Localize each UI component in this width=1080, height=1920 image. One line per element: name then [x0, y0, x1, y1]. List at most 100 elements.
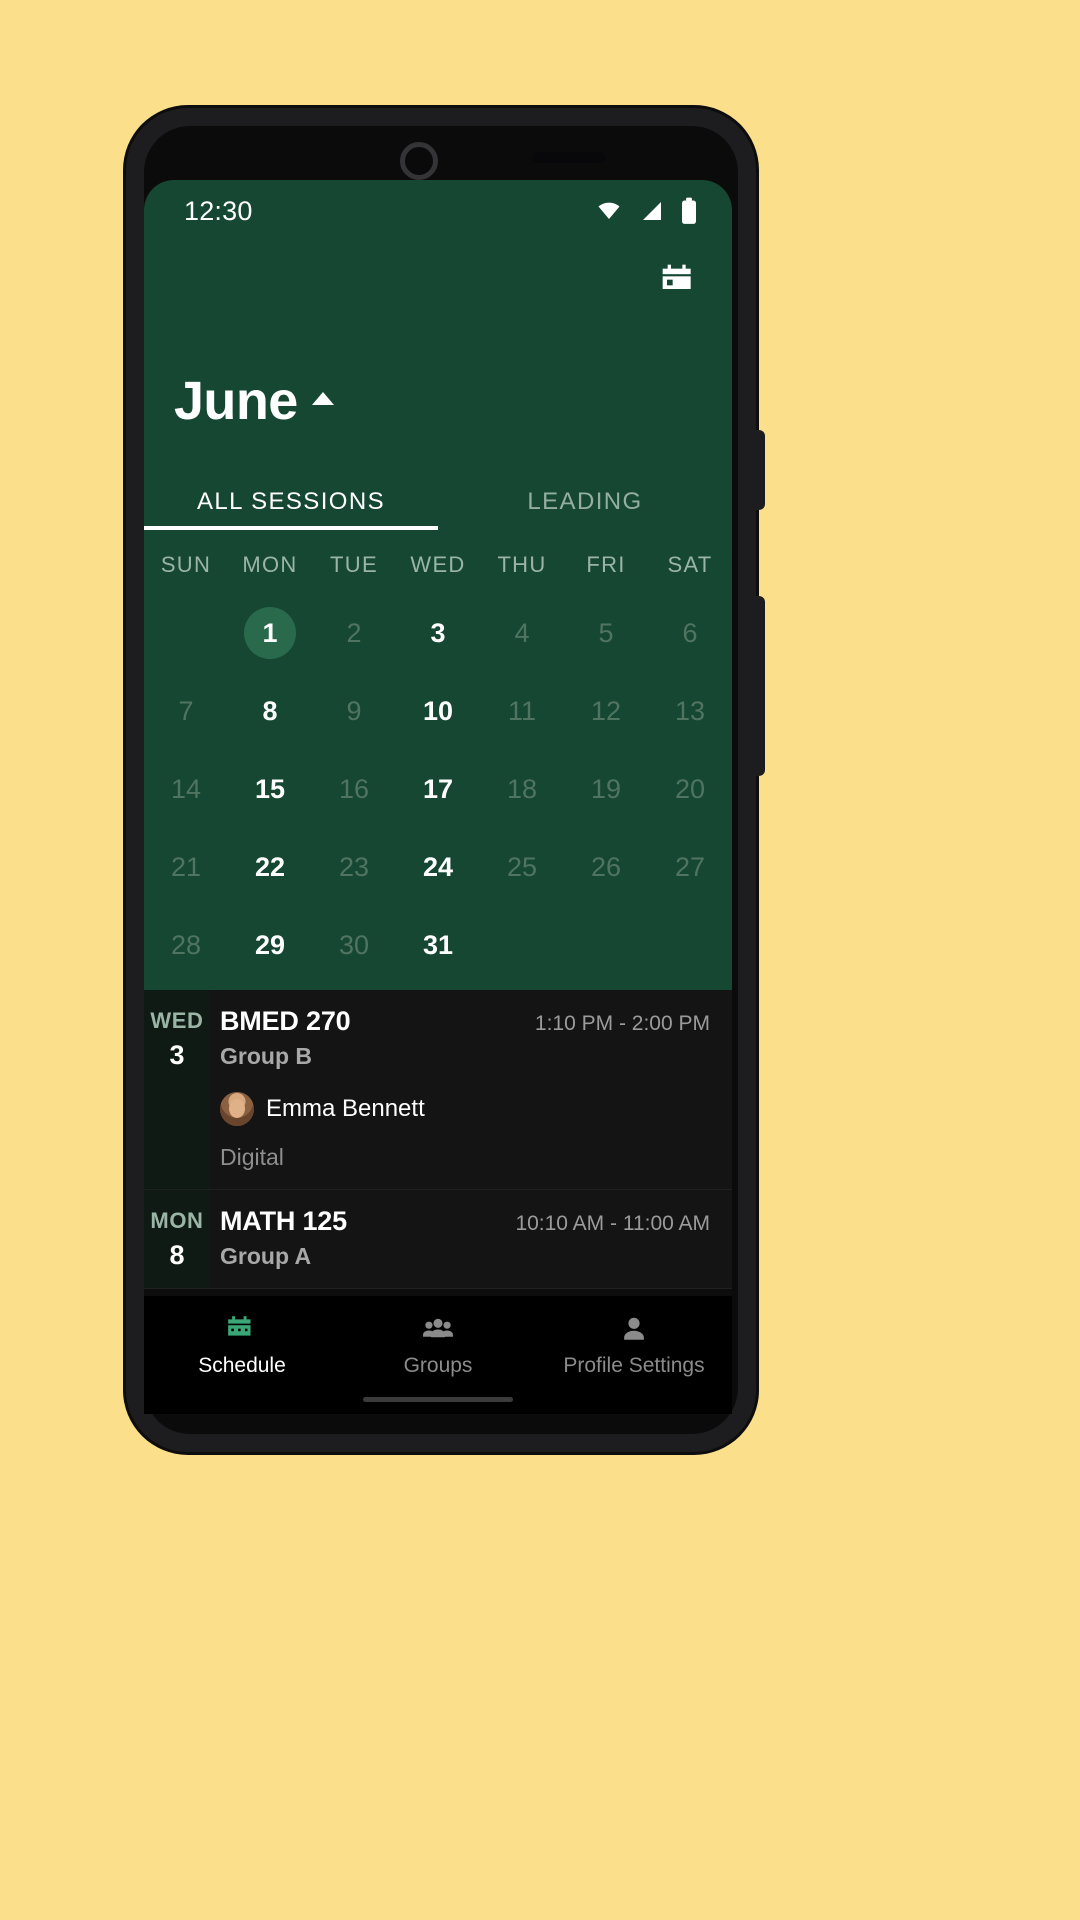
calendar-day-number: 19: [590, 773, 622, 804]
session-weekday: WED: [150, 1008, 204, 1033]
header-pane: 12:30 June ALL SESSIONS LEADING SUN MON …: [144, 180, 732, 990]
calendar-week-row: 14 15 16 17 18 19 20: [144, 750, 732, 828]
calendar-day-13[interactable]: 13: [648, 672, 732, 750]
power-button[interactable]: [753, 596, 765, 776]
session-group-label: Group B: [220, 1043, 312, 1069]
calendar-weekday-header: SUN MON TUE WED THU FRI SAT: [144, 540, 732, 594]
calendar-day-15[interactable]: 15: [228, 750, 312, 828]
volume-button[interactable]: [753, 430, 765, 510]
calendar-day-number: 31: [422, 929, 454, 960]
calendar-day-22[interactable]: 22: [228, 828, 312, 906]
calendar-day-10[interactable]: 10: [396, 672, 480, 750]
calendar-day-number: 13: [674, 695, 706, 726]
calendar-day-number: 21: [170, 851, 202, 882]
calendar-week-row: 7 8 9 10 11 12 13: [144, 672, 732, 750]
calendar-day-17[interactable]: 17: [396, 750, 480, 828]
session-header-row: MATH 125 10:10 AM - 11:00 AM: [220, 1206, 710, 1237]
calendar-day-12[interactable]: 12: [564, 672, 648, 750]
calendar-day-empty: [564, 906, 648, 984]
calendar-day-1[interactable]: 1: [228, 594, 312, 672]
calendar-day-31[interactable]: 31: [396, 906, 480, 984]
weekday-tue: TUE: [330, 552, 378, 577]
session-course-code: MATH 125: [220, 1206, 347, 1236]
calendar-day-7[interactable]: 7: [144, 672, 228, 750]
calendar-day-number: 1: [244, 607, 296, 659]
calendar-week-row: 21 22 23 24 25 26 27: [144, 828, 732, 906]
calendar-day-26[interactable]: 26: [564, 828, 648, 906]
calendar-day-19[interactable]: 19: [564, 750, 648, 828]
calendar-day-number: 26: [590, 851, 622, 882]
calendar-day-empty: [144, 594, 228, 672]
calendar-day-number: 24: [422, 851, 454, 882]
session-time-range: 10:10 AM - 11:00 AM: [515, 1212, 710, 1235]
calendar-day-number: 8: [262, 695, 278, 726]
session-date-column: MON 8: [144, 1190, 210, 1288]
session-header-row: BMED 270 1:10 PM - 2:00 PM: [220, 1006, 710, 1037]
calendar-day-number: 11: [507, 695, 537, 726]
avatar: [220, 1092, 254, 1126]
calendar-day-30[interactable]: 30: [312, 906, 396, 984]
weekday-sun: SUN: [160, 552, 212, 577]
calendar-day-number: 20: [674, 773, 706, 804]
calendar-day-20[interactable]: 20: [648, 750, 732, 828]
calendar-day-11[interactable]: 11: [480, 672, 564, 750]
calendar-grid: 1 2 3 4 5 6 7 8 9 10 11 12 13 14 15 16 17 18 19 20 21 22 23 24 2…: [144, 594, 732, 984]
calendar-day-29[interactable]: 29: [228, 906, 312, 984]
nav-item-profile-settings[interactable]: Profile Settings: [536, 1314, 732, 1378]
calendar-day-number: 12: [590, 695, 622, 726]
bottom-navigation: Schedule Groups Profile Settings: [144, 1296, 732, 1414]
calendar-day-number: 22: [254, 851, 286, 882]
calendar-day-28[interactable]: 28: [144, 906, 228, 984]
calendar-day-number: 25: [506, 851, 538, 882]
session-details: BMED 270 1:10 PM - 2:00 PM Group B Emma Ben…: [210, 990, 732, 1189]
calendar-day-16[interactable]: 16: [312, 750, 396, 828]
nav-item-groups[interactable]: Groups: [340, 1314, 536, 1378]
calendar-day-24[interactable]: 24: [396, 828, 480, 906]
nav-label-schedule: Schedule: [198, 1354, 286, 1377]
session-details: MATH 125 10:10 AM - 11:00 AM Group A: [210, 1190, 732, 1288]
calendar-day-number: 18: [506, 773, 538, 804]
month-selector[interactable]: June: [174, 370, 334, 432]
calendar-day-14[interactable]: 14: [144, 750, 228, 828]
calendar-day-number: 2: [346, 617, 362, 648]
calendar-day-4[interactable]: 4: [480, 594, 564, 672]
calendar-day-number: 4: [514, 617, 530, 648]
calendar-day-5[interactable]: 5: [564, 594, 648, 672]
calendar-day-18[interactable]: 18: [480, 750, 564, 828]
session-day-number: 8: [169, 1240, 185, 1270]
calendar-day-number: 7: [178, 695, 194, 726]
session-instructor: Emma Bennett: [220, 1092, 710, 1126]
weekday-fri: FRI: [586, 552, 626, 577]
session-item[interactable]: MON 8 MATH 125 10:10 AM - 11:00 AM Group A: [144, 1190, 732, 1289]
status-bar: 12:30: [144, 180, 732, 242]
tab-leading[interactable]: LEADING: [438, 470, 732, 538]
calendar-day-number: 9: [346, 695, 362, 726]
calendar-day-25[interactable]: 25: [480, 828, 564, 906]
calendar-icon: [228, 1316, 251, 1336]
month-title: June: [174, 371, 298, 431]
month-calendar: SUN MON TUE WED THU FRI SAT 1 2 3 4 5 6 7 8 9 10 1…: [144, 540, 732, 984]
nav-item-schedule[interactable]: Schedule: [144, 1314, 340, 1378]
person-icon: [624, 1317, 644, 1340]
session-item[interactable]: WED 3 BMED 270 1:10 PM - 2:00 PM Group B Emma…: [144, 990, 732, 1190]
session-weekday: MON: [150, 1208, 204, 1233]
calendar-view-button[interactable]: [658, 260, 702, 304]
weekday-thu: THU: [497, 552, 547, 577]
calendar-day-2[interactable]: 2: [312, 594, 396, 672]
calendar-day-number: 29: [254, 929, 286, 960]
calendar-day-23[interactable]: 23: [312, 828, 396, 906]
battery-icon: [682, 197, 696, 224]
home-indicator: [363, 1397, 513, 1402]
calendar-day-number: 27: [674, 851, 706, 882]
calendar-day-number: 17: [422, 773, 454, 804]
session-course-code: BMED 270: [220, 1006, 351, 1036]
calendar-day-8[interactable]: 8: [228, 672, 312, 750]
calendar-day-21[interactable]: 21: [144, 828, 228, 906]
front-camera: [400, 142, 438, 180]
people-icon: [423, 1318, 453, 1338]
calendar-day-27[interactable]: 27: [648, 828, 732, 906]
calendar-day-9[interactable]: 9: [312, 672, 396, 750]
calendar-day-3[interactable]: 3: [396, 594, 480, 672]
calendar-day-6[interactable]: 6: [648, 594, 732, 672]
calendar-week-row: 1 2 3 4 5 6: [144, 594, 732, 672]
